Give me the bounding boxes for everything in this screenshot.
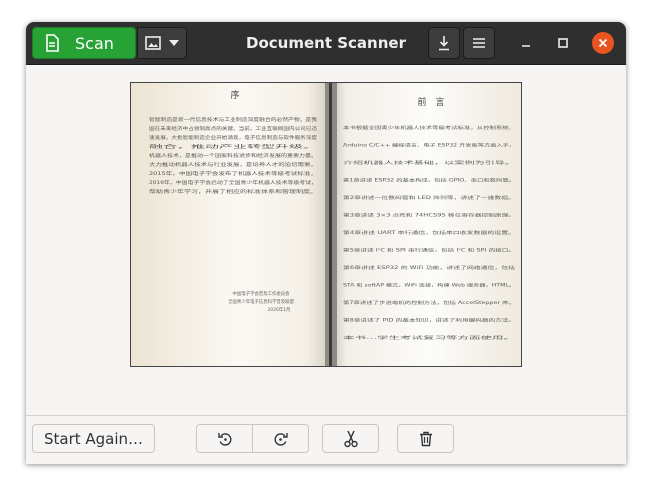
page-text-line: 2015年，中国电子学会发布了机器人技术等级考试标准， (149, 170, 317, 177)
document-icon (46, 34, 59, 52)
scanned-book-image: 序 智能制造是新一代信息技术与工业制造深度融合的必然产物，是我国在未来经济中占领… (131, 83, 521, 366)
crop-button[interactable] (322, 424, 379, 453)
page-text-line: 第7章讲述了步进电机的控制方法，包括 AccelStepper 库。 (343, 299, 515, 306)
scan-button[interactable]: Scan (32, 27, 136, 59)
app-window: Scan Document Scanner 序 智能制造是新一代信息技术与工业制… (26, 22, 626, 464)
page-text-line: Arduino C/C++ 编程语言、电子 ESP32 开发板等方面入手， (343, 142, 515, 149)
chevron-down-icon (169, 40, 179, 46)
scanned-page-image[interactable]: 序 智能制造是新一代信息技术与工业制造深度融合的必然产物，是我 国在未来经济中占领… (130, 82, 522, 367)
rotate-right-icon (274, 432, 288, 446)
start-again-label: Start Again… (43, 429, 144, 448)
left-page-date: 2020年1月 (268, 306, 291, 313)
trash-icon (419, 431, 432, 446)
minimize-icon (522, 45, 530, 47)
page-text-line: 第8章讲述了 PID 的基本知识，讲述了利用编码器的方法。 (343, 317, 515, 324)
left-page-signature: 中国电子学会普及工作委员会 (232, 290, 290, 297)
rotate-left-button[interactable] (196, 424, 253, 453)
page-text-line: 第5章讲述 I²C 和 SPI 串行通信，包括 I²C 和 SPI 的接口。 (343, 247, 515, 254)
page-text-line: 本书...学生考试复习等方面使用。 (343, 334, 515, 341)
header-bar: Scan Document Scanner (26, 22, 626, 65)
close-icon (598, 38, 608, 48)
left-page-text: 智能制造是新一代信息技术与工业制造深度融合的必然产物，是我国在未来经济中占领制高… (149, 116, 318, 195)
page-text-line: 第2章讲述一位数码管和 LED 阵列等，讲述了一维数组。 (343, 194, 515, 201)
rotate-left-icon (217, 432, 231, 446)
minimize-button[interactable] (516, 33, 536, 53)
page-text-line: 融合，推动产业转型升级。 (149, 143, 317, 150)
page-text-line: STA 和 softAP 模式，WiFi 连接，构建 Web 服务器，HTML。 (343, 282, 515, 289)
left-page-signature-2: 全国青少年电子信息科学普及联盟 (228, 298, 294, 305)
right-page-heading: 前 言 (417, 96, 444, 108)
hamburger-menu-icon (473, 38, 485, 48)
page-text-line: 介绍机器人技术基础，以案例为引导。 (343, 159, 515, 166)
page-text-line: 第4章讲述 UART 串行通信，包括串口收发数据的设置。 (343, 229, 515, 236)
page-text-line: 第1章讲述 ESP32 的基本构成，包括 GPIO、串口和数码管。 (343, 177, 515, 184)
page-text-line: 第3章讲述 3×3 点阵和 74HC595 移位寄存器控制原理。 (343, 212, 515, 219)
maximize-icon (558, 38, 568, 48)
scan-view: 序 智能制造是新一代信息技术与工业制造深度融合的必然产物，是我 国在未来经济中占领… (26, 65, 626, 415)
delete-button[interactable] (397, 424, 454, 453)
scissors-icon (343, 430, 358, 447)
left-page-heading: 序 (230, 89, 239, 101)
page-text-line: 机器人技术，是推动一个国家科技进步和经济发展的重要力量。 (149, 152, 317, 159)
page-text-line: 大力推动机器人技术与行业发展，是培养人才的迫切需要。 (149, 161, 317, 168)
page-text-line: 智能制造是新一代信息技术与工业制造深度融合的必然产物，是我 (149, 116, 318, 123)
download-icon (439, 36, 449, 51)
photo-icon (145, 36, 161, 50)
footer-bar: Start Again… (26, 415, 626, 464)
maximize-button[interactable] (553, 33, 573, 53)
window-title: Document Scanner (246, 34, 406, 52)
scan-label: Scan (75, 33, 114, 53)
close-button[interactable] (592, 32, 614, 54)
page-text-line: 帮助青少年学习，开展了相应的标准体系和管理制度。 (149, 188, 317, 195)
page-text-line: 2019年，中国电子学会启动了全国青少年机器人技术等级考试， (149, 179, 317, 186)
page-text-line: 第6章讲述 ESP32 的 WiFi 功能，讲述了网络通信，包括 (343, 264, 516, 271)
scan-type-menu-button[interactable] (137, 27, 187, 59)
rotate-right-button[interactable] (252, 424, 309, 453)
page-text-line: 速发展，大批智能制造企业开始涌现，电子信息制造与软件服务深度 (149, 134, 318, 141)
start-again-button[interactable]: Start Again… (32, 424, 155, 453)
page-text-line: 国在未来经济中占领制高点的关键。当前，工业互联网国内公司已迅 (149, 125, 318, 132)
page-text-line: 本书根据全国青少年机器人技术等级考试标准，从控制系统、 (343, 124, 515, 131)
save-button[interactable] (428, 27, 460, 59)
menu-button[interactable] (463, 27, 495, 59)
